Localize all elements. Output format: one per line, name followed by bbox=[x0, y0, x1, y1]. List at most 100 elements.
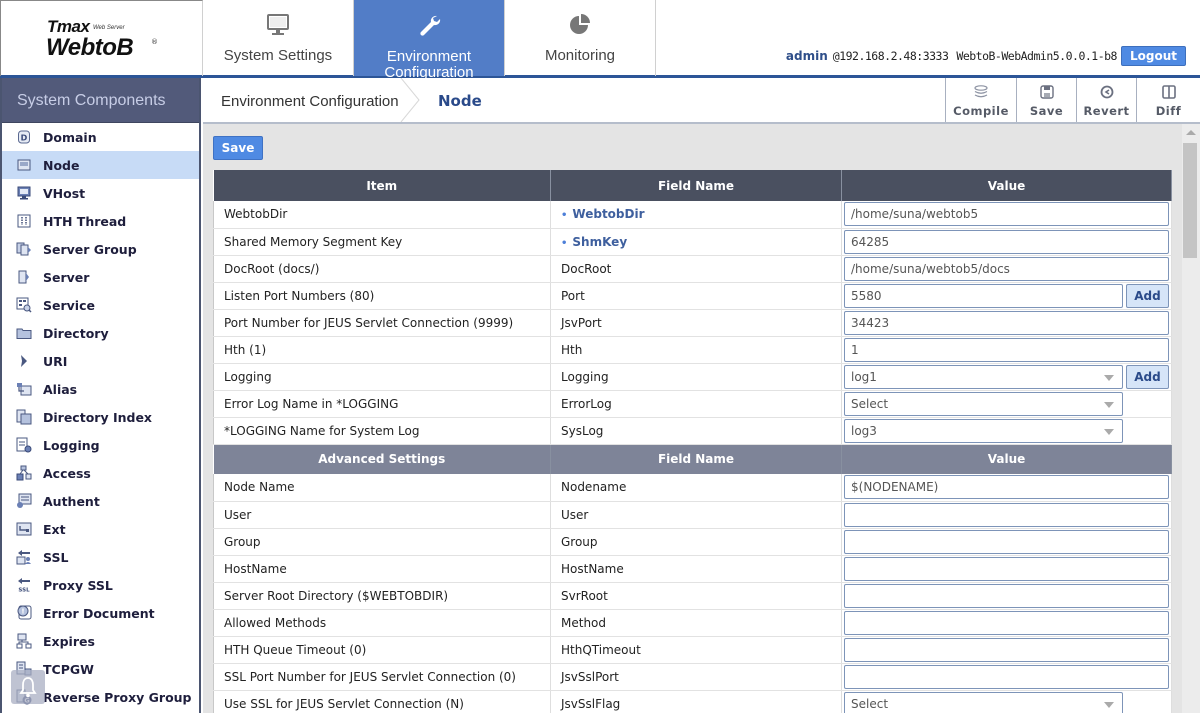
logout-button[interactable]: Logout bbox=[1120, 46, 1186, 66]
table-row: Hth (1) Hth bbox=[213, 336, 1172, 364]
breadcrumb-root[interactable]: Environment Configuration bbox=[221, 93, 399, 110]
sidebar-item-label: Directory Index bbox=[43, 409, 152, 425]
sidebar-item-proxy-ssl[interactable]: SSL Proxy SSL bbox=[2, 571, 199, 599]
sidebar-item-server-group[interactable]: Server Group bbox=[2, 235, 199, 263]
sidebar-item-vhost[interactable]: VHost bbox=[2, 179, 199, 207]
sidebar-item-hth-thread[interactable]: HTH Thread bbox=[2, 207, 199, 235]
content-scrollbar[interactable] bbox=[1182, 124, 1200, 713]
field-name: Group bbox=[561, 534, 598, 549]
value-cell bbox=[841, 501, 1172, 529]
sidebar-item-logging[interactable]: Logging bbox=[2, 431, 199, 459]
revert-label: Revert bbox=[1083, 104, 1130, 118]
node-config-panel: Save Item Field Name Value WebtobDirWebt… bbox=[203, 124, 1182, 713]
webtob-logo[interactable]: Tmax Web Server WebtoB ® bbox=[0, 0, 203, 76]
tab-system-settings[interactable]: System Settings bbox=[203, 0, 354, 76]
nodename-input[interactable] bbox=[844, 475, 1169, 500]
basic-settings-body: WebtobDirWebtobDirShared Memory Segment … bbox=[213, 201, 1172, 445]
sidebar-item-label: URI bbox=[43, 353, 68, 369]
logging-select[interactable]: log1 bbox=[844, 364, 1123, 389]
sidebar-item-directory-index[interactable]: Directory Index bbox=[2, 403, 199, 431]
tab-monitoring[interactable]: Monitoring bbox=[505, 0, 656, 76]
sidebar-item-access[interactable]: Access bbox=[2, 459, 199, 487]
advanced-settings-body: Node NameNodenameUserUserGroupGroupHostN… bbox=[213, 474, 1172, 713]
sidebar-item-node[interactable]: Node bbox=[2, 151, 199, 179]
svg-text:!: ! bbox=[21, 608, 24, 616]
toolbar-save-button[interactable]: Save bbox=[1016, 78, 1076, 122]
field-name: ErrorLog bbox=[561, 396, 612, 411]
scroll-up-arrow-icon[interactable] bbox=[1186, 130, 1196, 135]
shmkey-input[interactable] bbox=[844, 229, 1169, 254]
alias-icon bbox=[16, 381, 32, 397]
field-name-cell: HostName bbox=[550, 555, 842, 583]
add-port-button[interactable]: Add bbox=[1126, 283, 1169, 308]
hth-input[interactable] bbox=[844, 337, 1169, 362]
item-cell: Allowed Methods bbox=[213, 609, 551, 637]
jsvsslport-input[interactable] bbox=[844, 664, 1169, 689]
jsvport-input[interactable] bbox=[844, 310, 1169, 335]
item-cell: Shared Memory Segment Key bbox=[213, 228, 551, 256]
sidebar-item-authent[interactable]: Authent bbox=[2, 487, 199, 515]
field-name-cell: User bbox=[550, 501, 842, 529]
bell-icon bbox=[19, 677, 37, 698]
chevron-down-icon bbox=[1104, 401, 1114, 408]
value-cell bbox=[841, 528, 1172, 556]
version-label: WebtoB-WebAdmin5.0.0.1-b8 bbox=[956, 49, 1117, 63]
sidebar-item-ext[interactable]: Ext bbox=[2, 515, 199, 543]
item-cell: Listen Port Numbers (80) bbox=[213, 282, 551, 310]
save-button[interactable]: Save bbox=[213, 136, 263, 160]
group-input[interactable] bbox=[844, 529, 1169, 554]
errorlog-select[interactable]: Select bbox=[844, 391, 1123, 416]
chevron-down-icon bbox=[1104, 701, 1114, 708]
docroot-input[interactable] bbox=[844, 256, 1169, 281]
table-row: Port Number for JEUS Servlet Connection … bbox=[213, 309, 1172, 337]
selected-value: log3 bbox=[851, 423, 877, 438]
field-name: JsvSslFlag bbox=[561, 696, 621, 711]
sidebar-item-uri[interactable]: URI bbox=[2, 347, 199, 375]
sidebar-item-alias[interactable]: Alias bbox=[2, 375, 199, 403]
table-row: Error Log Name in *LOGGING ErrorLog Select bbox=[213, 390, 1172, 418]
notification-bell-button[interactable] bbox=[11, 670, 45, 704]
sidebar-item-label: Alias bbox=[43, 381, 78, 397]
sidebar-item-expires[interactable]: Expires bbox=[2, 627, 199, 655]
item-cell: *LOGGING Name for System Log bbox=[213, 417, 551, 445]
floppy-disk-icon bbox=[1017, 85, 1076, 101]
user-input[interactable] bbox=[844, 502, 1169, 527]
syslog-select[interactable]: log3 bbox=[844, 418, 1123, 443]
sidebar-item-label: HTH Thread bbox=[43, 213, 127, 229]
sidebar-item-label: Directory bbox=[43, 325, 109, 341]
diff-label: Diff bbox=[1155, 104, 1182, 118]
sidebar: System Components D Domain Node VHost HTH Th… bbox=[0, 78, 201, 713]
compile-button[interactable]: Compile bbox=[945, 78, 1016, 122]
sidebar-item-service[interactable]: Service bbox=[2, 291, 199, 319]
item-cell: Use SSL for JEUS Servlet Connection (N) bbox=[213, 690, 551, 713]
sidebar-item-ssl[interactable]: SSL bbox=[2, 543, 199, 571]
item-cell: Hth (1) bbox=[213, 336, 551, 364]
sidebar-item-domain[interactable]: D Domain bbox=[2, 123, 199, 151]
revert-button[interactable]: Revert bbox=[1076, 78, 1136, 122]
item-cell: HTH Queue Timeout (0) bbox=[213, 636, 551, 664]
sidebar-item-label: Ext bbox=[43, 521, 66, 537]
sidebar-item-server[interactable]: Server bbox=[2, 263, 199, 291]
jsvsslflag-select[interactable]: Select bbox=[844, 691, 1123, 713]
hostname-input[interactable] bbox=[844, 556, 1169, 581]
field-name: User bbox=[561, 507, 589, 522]
sidebar-item-directory[interactable]: Directory bbox=[2, 319, 199, 347]
hthqtimeout-input[interactable] bbox=[844, 637, 1169, 662]
value-cell: log1 Add bbox=[841, 363, 1172, 391]
webtobdir-input[interactable] bbox=[844, 202, 1169, 227]
add-logging-button[interactable]: Add bbox=[1126, 364, 1169, 389]
value-cell bbox=[841, 474, 1172, 502]
method-input[interactable] bbox=[844, 610, 1169, 635]
sidebar-title: System Components bbox=[2, 78, 199, 123]
item-cell: SSL Port Number for JEUS Servlet Connect… bbox=[213, 663, 551, 691]
scrollbar-thumb[interactable] bbox=[1183, 143, 1197, 258]
svrroot-input[interactable] bbox=[844, 583, 1169, 608]
breadcrumb-bar: Environment Configuration Node Compile S… bbox=[203, 78, 1200, 124]
tab-label: Environment Configuration bbox=[384, 48, 474, 81]
port-input[interactable] bbox=[844, 283, 1123, 308]
tab-environment-configuration[interactable]: Environment Configuration bbox=[354, 0, 505, 81]
field-name: HthQTimeout bbox=[561, 642, 641, 657]
sidebar-item-label: Service bbox=[43, 297, 95, 313]
sidebar-item-error-document[interactable]: ! Error Document bbox=[2, 599, 199, 627]
diff-button[interactable]: Diff bbox=[1136, 78, 1200, 122]
